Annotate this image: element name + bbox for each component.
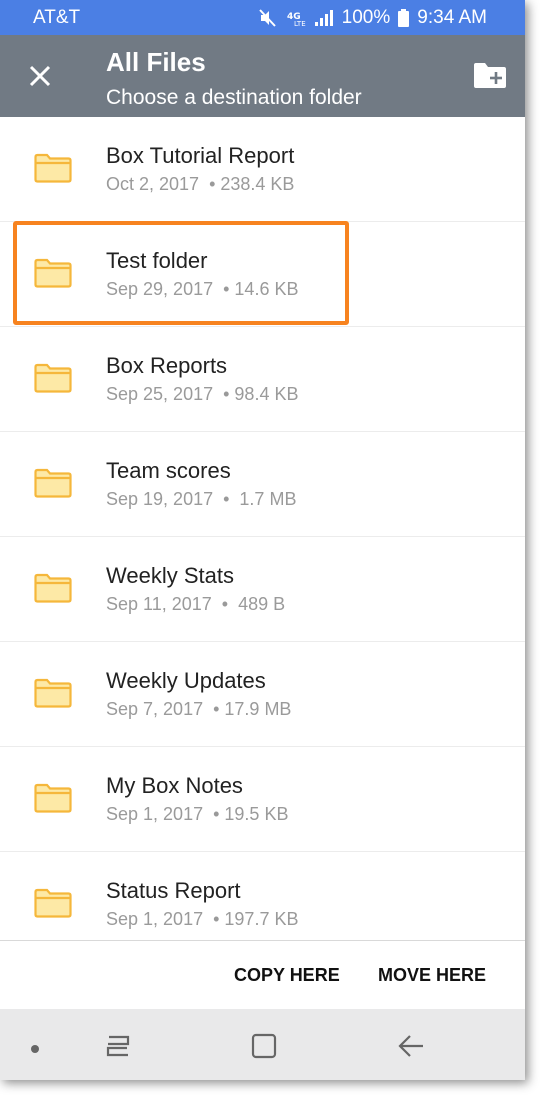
folder-name: Box Reports — [106, 353, 228, 378]
status-bar: AT&T 4G LTE 100% 9:34 AM — [0, 0, 525, 35]
folder-size: 489 B — [238, 594, 286, 614]
folder-name: Status Report — [106, 878, 241, 903]
close-icon[interactable] — [24, 60, 56, 92]
page-subtitle: Choose a destination folder — [106, 86, 362, 109]
folder-size: 98.4 KB — [234, 384, 299, 404]
folder-icon — [34, 678, 72, 708]
folder-date: Sep 1, 2017 — [106, 909, 204, 929]
folder-name: Team scores — [106, 458, 231, 483]
folder-size: 19.5 KB — [224, 804, 289, 824]
folder-meta: Sep 1, 2017 • 19.5 KB — [106, 804, 289, 824]
folder-row[interactable]: My Box Notes Sep 1, 2017 • 19.5 KB — [0, 747, 525, 852]
folder-size: 14.6 KB — [234, 279, 299, 299]
folder-icon — [34, 363, 72, 393]
folder-meta: Sep 1, 2017 • 197.7 KB — [106, 909, 299, 929]
header-bar: All Files Choose a destination folder — [0, 35, 525, 117]
folder-icon — [34, 573, 72, 603]
folder-icon — [34, 153, 72, 183]
folder-row[interactable]: Weekly Stats Sep 11, 2017 • 489 B — [0, 537, 525, 642]
status-icons: 4G LTE 100% 9:34 AM — [258, 7, 487, 29]
action-bar: COPY HERE MOVE HERE — [0, 940, 525, 1009]
folder-name: My Box Notes — [106, 773, 243, 798]
system-nav-bar — [0, 1009, 525, 1080]
copy-here-button[interactable]: COPY HERE — [234, 965, 340, 986]
folder-name: Weekly Stats — [106, 563, 234, 588]
dot-icon[interactable] — [30, 1041, 40, 1059]
folder-icon — [34, 783, 72, 813]
folder-size: 17.9 MB — [224, 699, 292, 719]
back-icon[interactable] — [397, 1033, 425, 1064]
folder-name: Weekly Updates — [106, 668, 266, 693]
home-icon[interactable] — [251, 1033, 277, 1064]
folder-date: Oct 2, 2017 — [106, 174, 200, 194]
folder-icon — [34, 888, 72, 918]
folder-row[interactable]: Box Tutorial Report Oct 2, 2017 • 238.4 … — [0, 117, 525, 222]
new-folder-icon[interactable] — [472, 60, 508, 92]
phone-screen: AT&T 4G LTE 100% 9:34 AM All Files Choos… — [0, 0, 525, 1080]
folder-list: Box Tutorial Report Oct 2, 2017 • 238.4 … — [0, 117, 525, 940]
battery-percent: 100% — [341, 7, 391, 28]
folder-meta: Sep 19, 2017 • 1.7 MB — [106, 489, 297, 509]
folder-meta: Sep 29, 2017 • 14.6 KB — [106, 279, 299, 299]
folder-meta: Sep 11, 2017 • 489 B — [106, 594, 286, 614]
folder-row[interactable]: Status Report Sep 1, 2017 • 197.7 KB — [0, 852, 525, 940]
folder-row[interactable]: Test folder Sep 29, 2017 • 14.6 KB — [0, 222, 525, 327]
folder-name: Box Tutorial Report — [106, 143, 295, 168]
folder-date: Sep 29, 2017 — [106, 279, 214, 299]
folder-meta: Sep 25, 2017 • 98.4 KB — [106, 384, 299, 404]
page-title: All Files — [106, 47, 206, 77]
folder-icon — [34, 468, 72, 498]
folder-date: Sep 25, 2017 — [106, 384, 214, 404]
folder-date: Sep 11, 2017 — [106, 594, 212, 614]
folder-size: 197.7 KB — [224, 909, 299, 929]
clock: 9:34 AM — [417, 7, 487, 28]
folder-row[interactable]: Weekly Updates Sep 7, 2017 • 17.9 MB — [0, 642, 525, 747]
signal-icon — [314, 9, 334, 27]
carrier-label: AT&T — [33, 7, 81, 28]
mute-icon — [258, 9, 278, 27]
recent-apps-icon[interactable] — [104, 1033, 132, 1064]
folder-meta: Oct 2, 2017 • 238.4 KB — [106, 174, 295, 194]
folder-size: 238.4 KB — [220, 174, 295, 194]
move-here-button[interactable]: MOVE HERE — [378, 965, 486, 986]
svg-text:LTE: LTE — [294, 20, 306, 27]
folder-date: Sep 1, 2017 — [106, 804, 204, 824]
battery-icon — [398, 9, 410, 27]
folder-row[interactable]: Team scores Sep 19, 2017 • 1.7 MB — [0, 432, 525, 537]
lte-icon: 4G LTE — [286, 9, 306, 27]
folder-name: Test folder — [106, 248, 208, 273]
folder-icon — [34, 258, 72, 288]
folder-size: 1.7 MB — [239, 489, 297, 509]
folder-meta: Sep 7, 2017 • 17.9 MB — [106, 699, 292, 719]
folder-date: Sep 7, 2017 — [106, 699, 204, 719]
folder-row[interactable]: Box Reports Sep 25, 2017 • 98.4 KB — [0, 327, 525, 432]
folder-date: Sep 19, 2017 — [106, 489, 214, 509]
